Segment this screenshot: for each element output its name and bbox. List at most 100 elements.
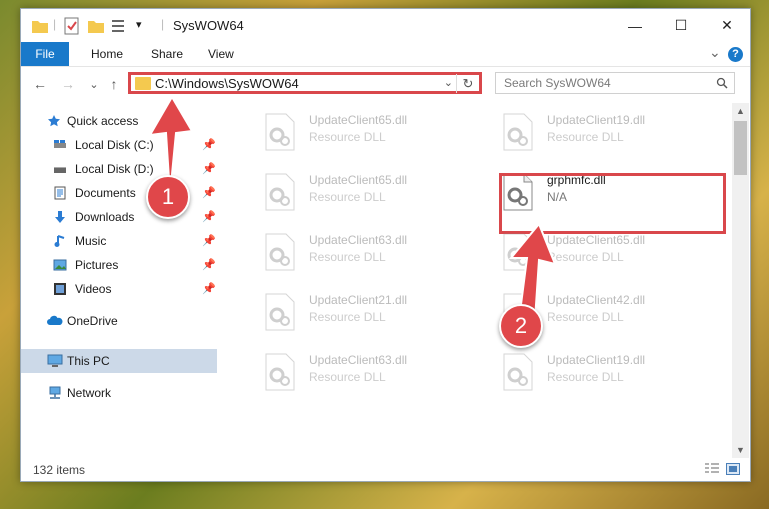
details-view-icon[interactable] <box>705 463 719 475</box>
search-icon[interactable] <box>716 77 728 89</box>
dll-file-icon <box>265 233 295 271</box>
address-bar[interactable]: C:\Windows\SysWOW64 ⌄ ↻ <box>128 72 482 94</box>
ribbon-tabs: File Home Share View ⌄ ? <box>21 42 750 67</box>
drive-icon <box>54 140 66 148</box>
file-name: UpdateClient63.dll <box>309 353 408 367</box>
tab-home[interactable]: Home <box>91 42 123 66</box>
list-item[interactable]: UpdateClient19.dll Resource DLL <box>476 349 706 403</box>
ribbon-collapse-icon[interactable]: ⌄ <box>709 44 721 61</box>
list-item[interactable]: UpdateClient63.dll Resource DLL <box>238 229 468 283</box>
sidebar-item-onedrive[interactable]: OneDrive <box>21 309 217 333</box>
file-description: Resource DLL <box>309 370 386 384</box>
file-description: Resource DLL <box>309 250 386 264</box>
dll-file-icon <box>503 353 533 391</box>
customize-dropdown-icon[interactable]: ▾ <box>136 18 142 31</box>
address-dropdown-icon[interactable]: ⌄ <box>444 76 453 89</box>
pin-icon[interactable]: 📌 <box>202 210 216 223</box>
title-bar: | ▾ | SysWOW64 — ☐ ✕ <box>21 9 750 42</box>
list-item[interactable]: UpdateClient65.dll Resource DLL <box>238 109 468 163</box>
download-icon <box>55 211 65 223</box>
navigation-bar: ← → ⌄ ↑ C:\Windows\SysWOW64 ⌄ ↻ Search S… <box>21 67 750 101</box>
maximize-button[interactable]: ☐ <box>658 9 704 42</box>
minimize-button[interactable]: — <box>612 9 658 42</box>
sidebar-item-label: Videos <box>75 282 112 296</box>
scroll-down-icon[interactable]: ▼ <box>732 442 749 458</box>
search-input[interactable]: Search SysWOW64 <box>495 72 735 94</box>
pin-icon[interactable]: 📌 <box>202 186 216 199</box>
help-icon[interactable]: ? <box>728 47 743 62</box>
dll-file-icon <box>265 173 295 211</box>
sidebar-item-label: OneDrive <box>67 314 118 328</box>
drive-icon <box>54 167 66 173</box>
pin-icon[interactable]: 📌 <box>202 234 216 247</box>
documents-icon <box>54 186 66 200</box>
sidebar-item-label: Quick access <box>67 114 139 128</box>
dll-file-icon <box>503 113 533 151</box>
file-description: Resource DLL <box>309 190 386 204</box>
refresh-button[interactable]: ↻ <box>456 74 479 93</box>
sidebar-item-label: Documents <box>75 186 136 200</box>
sidebar-item-this-pc[interactable]: This PC <box>21 349 217 373</box>
computer-icon <box>47 354 63 367</box>
pin-icon[interactable]: 📌 <box>202 138 216 151</box>
sidebar-item-label: Music <box>75 234 107 248</box>
explorer-window: | ▾ | SysWOW64 — ☐ ✕ File Home Share Vie… <box>20 8 751 482</box>
star-icon <box>48 115 60 127</box>
file-list: UpdateClient65.dll Resource DLL UpdateCl… <box>218 103 732 458</box>
tab-file[interactable]: File <box>21 42 69 66</box>
sidebar-item-downloads[interactable]: Downloads 📌 <box>21 205 217 229</box>
close-button[interactable]: ✕ <box>704 9 750 42</box>
network-icon <box>49 386 61 399</box>
dll-file-icon <box>265 113 295 151</box>
file-name: UpdateClient19.dll <box>547 353 646 367</box>
up-button[interactable]: ↑ <box>105 75 123 93</box>
videos-icon <box>54 283 66 295</box>
tab-share[interactable]: Share <box>151 42 183 66</box>
forward-button[interactable]: → <box>59 75 77 93</box>
scroll-thumb[interactable] <box>734 121 747 175</box>
new-folder-icon[interactable] <box>87 17 105 35</box>
customize-toolbar-icon[interactable] <box>110 17 128 35</box>
file-description: Resource DLL <box>547 370 624 384</box>
dll-file-icon <box>265 293 295 331</box>
file-description: Resource DLL <box>547 130 624 144</box>
title-separator: | <box>161 17 165 31</box>
tab-view[interactable]: View <box>208 42 234 66</box>
file-description: Resource DLL <box>309 130 386 144</box>
address-path[interactable]: C:\Windows\SysWOW64 <box>155 76 299 91</box>
sidebar-item-pictures[interactable]: Pictures 📌 <box>21 253 217 277</box>
search-placeholder: Search SysWOW64 <box>504 76 611 90</box>
list-item[interactable]: UpdateClient63.dll Resource DLL <box>238 349 468 403</box>
file-name: UpdateClient63.dll <box>309 233 408 247</box>
sidebar-item-music[interactable]: Music 📌 <box>21 229 217 253</box>
list-item[interactable]: UpdateClient19.dll Resource DLL <box>476 109 706 163</box>
sidebar-item-label: Network <box>67 386 112 400</box>
recent-locations-button[interactable]: ⌄ <box>85 75 103 93</box>
file-name: UpdateClient65.dll <box>309 113 408 127</box>
back-button[interactable]: ← <box>31 75 49 93</box>
list-item[interactable]: UpdateClient65.dll Resource DLL <box>238 169 468 223</box>
vertical-scrollbar[interactable]: ▲ ▼ <box>732 103 749 458</box>
properties-icon[interactable] <box>63 17 81 35</box>
large-icons-view-icon[interactable] <box>726 463 740 475</box>
music-icon <box>54 235 65 247</box>
window-title: SysWOW64 <box>173 18 244 33</box>
file-name: UpdateClient65.dll <box>309 173 408 187</box>
sidebar-item-label: This PC <box>67 354 110 368</box>
pin-icon[interactable]: 📌 <box>202 162 216 175</box>
file-name: UpdateClient21.dll <box>309 293 408 307</box>
folder-icon <box>135 77 151 90</box>
sidebar-item-network[interactable]: Network <box>21 381 217 405</box>
pin-icon[interactable]: 📌 <box>202 282 216 295</box>
sidebar-item-label: Pictures <box>75 258 119 272</box>
folder-icon[interactable] <box>31 17 49 35</box>
list-item[interactable]: UpdateClient21.dll Resource DLL <box>238 289 468 343</box>
sidebar-item-videos[interactable]: Videos 📌 <box>21 277 217 301</box>
status-bar: 132 items <box>21 458 750 481</box>
file-description: Resource DLL <box>309 310 386 324</box>
item-count: 132 items <box>33 463 86 477</box>
scroll-up-icon[interactable]: ▲ <box>732 103 749 119</box>
cloud-icon <box>47 315 63 325</box>
pin-icon[interactable]: 📌 <box>202 258 216 271</box>
dll-file-icon <box>265 353 295 391</box>
